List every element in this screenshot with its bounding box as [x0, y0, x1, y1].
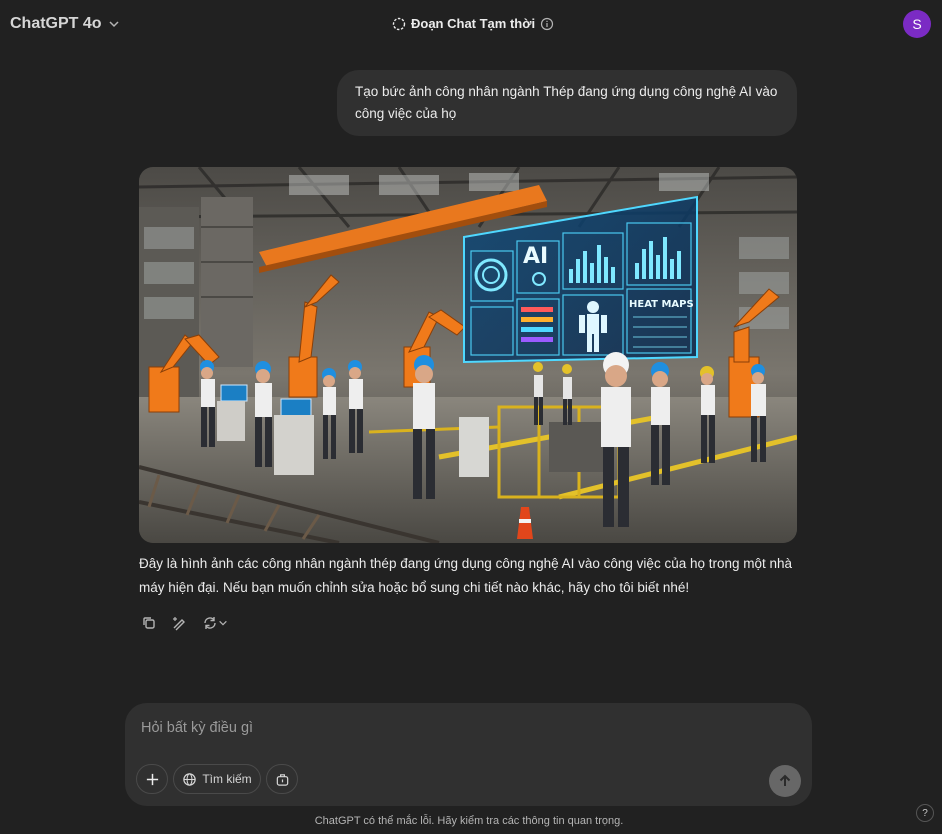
- assistant-message: Đây là hình ảnh các công nhân ngành thép…: [139, 552, 799, 600]
- user-message-text: Tạo bức ảnh công nhân ngành Thép đang ứn…: [355, 84, 778, 121]
- steel-factory-ai-illustration: AI HEAT MAPS: [139, 167, 797, 543]
- tools-button[interactable]: [266, 764, 298, 794]
- chevron-down-icon: [109, 21, 119, 28]
- regenerate-button[interactable]: [200, 614, 230, 632]
- user-message-bubble: Tạo bức ảnh công nhân ngành Thép đang ứn…: [337, 70, 797, 136]
- globe-icon: [183, 772, 197, 786]
- temp-chat-label: Đoạn Chat Tạm thời: [411, 16, 536, 31]
- svg-text:HEAT MAPS: HEAT MAPS: [629, 299, 694, 310]
- message-actions: [140, 614, 230, 632]
- temporary-chat-indicator[interactable]: Đoạn Chat Tạm thời: [392, 16, 554, 31]
- dashed-circle-icon: [392, 17, 406, 30]
- attach-button[interactable]: [136, 764, 168, 794]
- brush-icon: [173, 617, 185, 631]
- toolbox-icon: [276, 773, 288, 786]
- disclaimer-text: ChatGPT có thể mắc lỗi. Hãy kiểm tra các…: [314, 815, 624, 827]
- send-button[interactable]: [769, 765, 801, 797]
- chevron-down-icon: [219, 620, 227, 626]
- copy-icon: [143, 617, 155, 629]
- help-label: ?: [922, 807, 928, 819]
- generated-image[interactable]: AI HEAT MAPS: [139, 167, 797, 543]
- search-button[interactable]: Tìm kiếm: [173, 764, 261, 794]
- svg-text:AI: AI: [523, 244, 548, 269]
- composer: Tìm kiếm: [125, 703, 812, 806]
- disclaimer: ChatGPT có thể mắc lỗi. Hãy kiểm tra các…: [0, 815, 938, 827]
- plus-icon: [146, 773, 158, 785]
- help-button[interactable]: ?: [916, 804, 934, 822]
- avatar[interactable]: S: [903, 10, 931, 38]
- model-selector[interactable]: ChatGPT 4o: [10, 15, 120, 33]
- refresh-icon: [204, 617, 216, 629]
- assistant-reply-text: Đây là hình ảnh các công nhân ngành thép…: [139, 556, 793, 595]
- search-label: Tìm kiếm: [202, 772, 252, 786]
- edit-image-button[interactable]: [170, 614, 188, 632]
- info-icon[interactable]: [540, 17, 554, 31]
- copy-button[interactable]: [140, 614, 158, 632]
- message-input[interactable]: [139, 715, 743, 741]
- arrow-up-icon: [779, 774, 791, 786]
- model-label: ChatGPT 4o: [10, 15, 102, 32]
- avatar-initial: S: [912, 16, 922, 32]
